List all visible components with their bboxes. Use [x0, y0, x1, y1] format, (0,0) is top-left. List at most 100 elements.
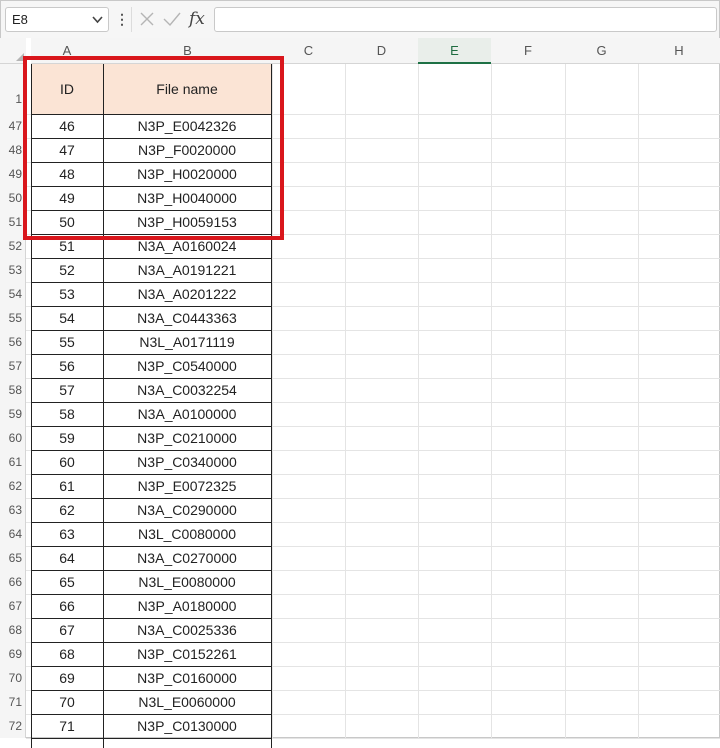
row-header-55[interactable]: 55 [0, 306, 26, 330]
row-header-49[interactable]: 49 [0, 162, 26, 186]
row-header-72[interactable]: 72 [0, 714, 26, 738]
cell-id[interactable]: 63 [31, 522, 103, 546]
cell-file-name[interactable]: N3P_A0180000 [103, 594, 271, 618]
insert-function-icon[interactable]: fx [189, 8, 205, 30]
table-border-horizontal [31, 738, 272, 739]
row-header-63[interactable]: 63 [0, 498, 26, 522]
table-border-horizontal [31, 282, 272, 283]
row-header-47[interactable]: 47 [0, 114, 26, 138]
cell-file-name[interactable]: N3P_E0072325 [103, 474, 271, 498]
cell-file-name[interactable]: N3P_F0020000 [103, 138, 271, 162]
cell-file-name[interactable]: N3A_C0270000 [103, 546, 271, 570]
select-all-corner[interactable] [0, 38, 26, 64]
header-cell-file-name[interactable]: File name [103, 64, 271, 114]
cell-file-name[interactable]: N3L_E0080000 [103, 570, 271, 594]
cell-id[interactable]: 71 [31, 714, 103, 738]
row-header-64[interactable]: 64 [0, 522, 26, 546]
row-header-51[interactable]: 51 [0, 210, 26, 234]
row-header-65[interactable]: 65 [0, 546, 26, 570]
column-header-c[interactable]: C [272, 38, 345, 64]
cell-file-name[interactable]: N3P_C0160000 [103, 666, 271, 690]
cell-id[interactable]: 54 [31, 306, 103, 330]
row-header-70[interactable]: 70 [0, 666, 26, 690]
row-header-53[interactable]: 53 [0, 258, 26, 282]
cell-file-name[interactable]: N3A_A0191221 [103, 258, 271, 282]
cancel-icon[interactable] [138, 8, 156, 35]
cell-id[interactable]: 60 [31, 450, 103, 474]
cell-id[interactable]: 62 [31, 498, 103, 522]
enter-check-icon[interactable] [162, 8, 182, 35]
cell-file-name[interactable]: N3A_A0160024 [103, 234, 271, 258]
row-header-48[interactable]: 48 [0, 138, 26, 162]
row-header-58[interactable]: 58 [0, 378, 26, 402]
more-options-icon[interactable]: ⋮ [115, 10, 129, 28]
cell-file-name[interactable]: N3P_C0340000 [103, 450, 271, 474]
row-header-61[interactable]: 61 [0, 450, 26, 474]
sheet-grid[interactable]: ID File name 46 N3P_E0042326 47 N3P_F002000… [26, 64, 720, 748]
cell-file-name[interactable]: N3P_H0020000 [103, 162, 271, 186]
cell-id[interactable]: 61 [31, 474, 103, 498]
cell-id[interactable]: 48 [31, 162, 103, 186]
chevron-down-icon[interactable] [92, 8, 103, 40]
cell-file-name[interactable]: N3A_C0025336 [103, 618, 271, 642]
column-header-b[interactable]: B [103, 38, 272, 64]
row-header-1[interactable]: 1 [0, 64, 26, 114]
cell-id[interactable]: 59 [31, 426, 103, 450]
row-header-54[interactable]: 54 [0, 282, 26, 306]
cell-id[interactable]: 47 [31, 138, 103, 162]
cell-file-name[interactable]: N3P_C0210000 [103, 426, 271, 450]
cell-id[interactable]: 65 [31, 570, 103, 594]
row-header-69[interactable]: 69 [0, 642, 26, 666]
column-header-a[interactable]: A [31, 38, 103, 64]
formula-input[interactable] [214, 7, 717, 32]
cell-id[interactable]: 52 [31, 258, 103, 282]
cell-id[interactable]: 46 [31, 114, 103, 138]
column-header-d[interactable]: D [345, 38, 418, 64]
cell-file-name[interactable]: N3A_C0290000 [103, 498, 271, 522]
cell-file-name[interactable]: N3P_H0040000 [103, 186, 271, 210]
cell-id[interactable]: 67 [31, 618, 103, 642]
column-header-e[interactable]: E [418, 38, 491, 64]
cell-file-name[interactable]: N3A_C0032254 [103, 378, 271, 402]
cell-id[interactable]: 57 [31, 378, 103, 402]
row-header-67[interactable]: 67 [0, 594, 26, 618]
cell-id[interactable]: 64 [31, 546, 103, 570]
cell-file-name[interactable]: N3L_C0080000 [103, 522, 271, 546]
row-header-50[interactable]: 50 [0, 186, 26, 210]
column-header-g[interactable]: G [565, 38, 638, 64]
cell-id[interactable]: 69 [31, 666, 103, 690]
cell-id[interactable]: 53 [31, 282, 103, 306]
column-header-f[interactable]: F [491, 38, 565, 64]
cell-id[interactable]: 50 [31, 210, 103, 234]
cell-file-name[interactable]: N3A_C0443363 [103, 306, 271, 330]
cell-file-name[interactable]: N3P_C0130000 [103, 714, 271, 738]
cell-file-name[interactable]: N3L_A0171119 [103, 330, 271, 354]
header-cell-id[interactable]: ID [31, 64, 103, 114]
row-header-68[interactable]: 68 [0, 618, 26, 642]
cell-file-name[interactable]: N3P_H0059153 [103, 210, 271, 234]
row-header-52[interactable]: 52 [0, 234, 26, 258]
cell-file-name[interactable]: N3A_A0100000 [103, 402, 271, 426]
cell-id[interactable]: 55 [31, 330, 103, 354]
cell-id[interactable]: 66 [31, 594, 103, 618]
cell-id[interactable]: 58 [31, 402, 103, 426]
cell-id[interactable]: 68 [31, 642, 103, 666]
cell-id[interactable]: 70 [31, 690, 103, 714]
row-header-62[interactable]: 62 [0, 474, 26, 498]
name-box[interactable]: E8 [5, 7, 109, 32]
cell-id[interactable]: 56 [31, 354, 103, 378]
row-header-57[interactable]: 57 [0, 354, 26, 378]
row-header-71[interactable]: 71 [0, 690, 26, 714]
cell-id[interactable]: 51 [31, 234, 103, 258]
cell-file-name[interactable]: N3P_E0042326 [103, 114, 271, 138]
column-header-h[interactable]: H [638, 38, 720, 64]
row-header-56[interactable]: 56 [0, 330, 26, 354]
cell-file-name[interactable]: N3A_A0201222 [103, 282, 271, 306]
row-header-66[interactable]: 66 [0, 570, 26, 594]
cell-file-name[interactable]: N3P_C0540000 [103, 354, 271, 378]
cell-file-name[interactable]: N3L_E0060000 [103, 690, 271, 714]
row-header-60[interactable]: 60 [0, 426, 26, 450]
row-header-59[interactable]: 59 [0, 402, 26, 426]
cell-file-name[interactable]: N3P_C0152261 [103, 642, 271, 666]
cell-id[interactable]: 49 [31, 186, 103, 210]
